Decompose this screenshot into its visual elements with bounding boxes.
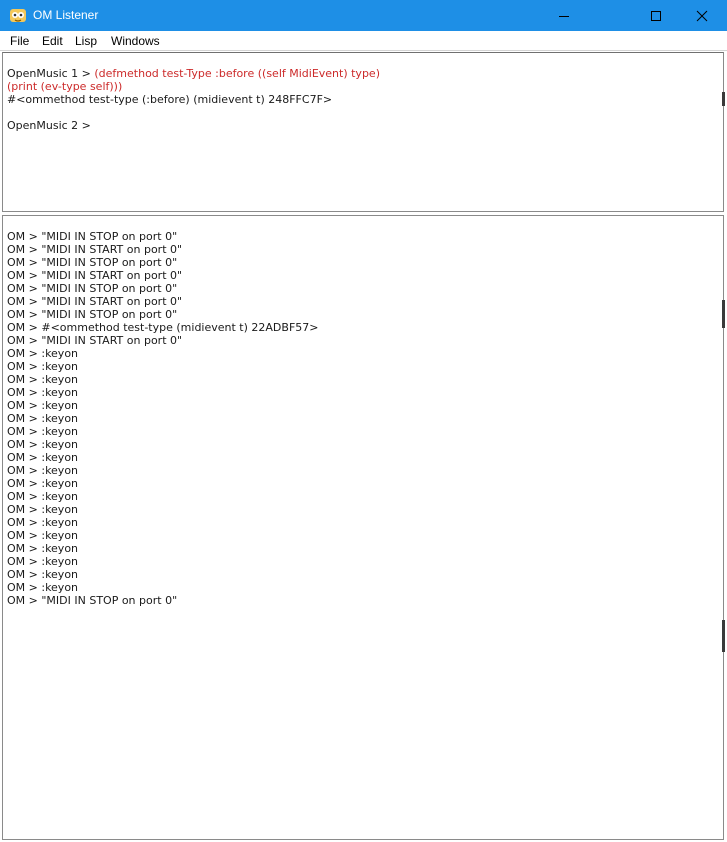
code-line-2: (print (ev-type self)))	[7, 80, 123, 93]
maximize-icon	[651, 10, 661, 21]
output-line: OM > :keyon	[7, 373, 79, 386]
listener-input-pane[interactable]: OpenMusic 1 > (defmethod test-Type :befo…	[2, 52, 724, 212]
menu-file[interactable]: File	[10, 34, 29, 48]
menu-edit[interactable]: Edit	[42, 34, 63, 48]
output-line: OM > "MIDI IN STOP on port 0"	[7, 308, 178, 321]
output-line: OM > :keyon	[7, 555, 79, 568]
output-line: OM > "MIDI IN START on port 0"	[7, 243, 183, 256]
output-line: OM > :keyon	[7, 477, 79, 490]
listener-output-pane[interactable]: OM > "MIDI IN STOP on port 0" OM > "MIDI …	[2, 215, 724, 840]
minimize-button[interactable]	[541, 0, 587, 31]
output-line: OM > :keyon	[7, 347, 79, 360]
minimize-icon	[559, 15, 569, 17]
input-line-1: OpenMusic 1 > (defmethod test-Type :befo…	[7, 67, 380, 80]
scrollbar-mark[interactable]	[722, 620, 725, 652]
openmusic-app-icon	[10, 9, 26, 22]
output-line: OM > :keyon	[7, 425, 79, 438]
scrollbar-mark[interactable]	[722, 92, 725, 106]
output-line: OM > "MIDI IN STOP on port 0"	[7, 256, 178, 269]
output-line: OM > :keyon	[7, 438, 79, 451]
output-line: OM > :keyon	[7, 464, 79, 477]
output-line: OM > :keyon	[7, 451, 79, 464]
prompt-1: OpenMusic 1 >	[7, 67, 95, 80]
code-line-1: (defmethod test-Type :before ((self Midi…	[94, 67, 380, 80]
output-line: OM > "MIDI IN STOP on port 0"	[7, 594, 178, 607]
close-button[interactable]	[679, 0, 725, 31]
output-line: OM > "MIDI IN START on port 0"	[7, 334, 183, 347]
title-bar[interactable]: OM Listener	[0, 0, 727, 31]
output-line: OM > "MIDI IN START on port 0"	[7, 295, 183, 308]
output-line: OM > #<ommethod test-type (midievent t) …	[7, 321, 319, 334]
menu-windows[interactable]: Windows	[111, 34, 160, 48]
close-icon	[696, 10, 708, 21]
maximize-button[interactable]	[633, 0, 679, 31]
window-title: OM Listener	[33, 8, 99, 22]
output-line: OM > :keyon	[7, 399, 79, 412]
om-listener-window: OM Listener File Edit Lisp Windows OpenM…	[0, 0, 727, 842]
output-line: OM > :keyon	[7, 412, 79, 425]
output-line: OM > :keyon	[7, 581, 79, 594]
output-line: OM > "MIDI IN STOP on port 0"	[7, 282, 178, 295]
output-line: OM > :keyon	[7, 503, 79, 516]
result-line-1: #<ommethod test-type (:before) (midieven…	[7, 93, 333, 106]
prompt-2[interactable]: OpenMusic 2 >	[7, 119, 91, 132]
output-line: OM > :keyon	[7, 360, 79, 373]
output-line: OM > :keyon	[7, 386, 79, 399]
output-line: OM > "MIDI IN START on port 0"	[7, 269, 183, 282]
output-line: OM > :keyon	[7, 529, 79, 542]
output-line: OM > :keyon	[7, 490, 79, 503]
menu-lisp[interactable]: Lisp	[75, 34, 97, 48]
output-line: OM > :keyon	[7, 568, 79, 581]
menu-bar: File Edit Lisp Windows	[0, 31, 727, 51]
scrollbar-mark[interactable]	[722, 300, 725, 328]
output-line: OM > :keyon	[7, 516, 79, 529]
output-line: OM > :keyon	[7, 542, 79, 555]
output-line: OM > "MIDI IN STOP on port 0"	[7, 230, 178, 243]
